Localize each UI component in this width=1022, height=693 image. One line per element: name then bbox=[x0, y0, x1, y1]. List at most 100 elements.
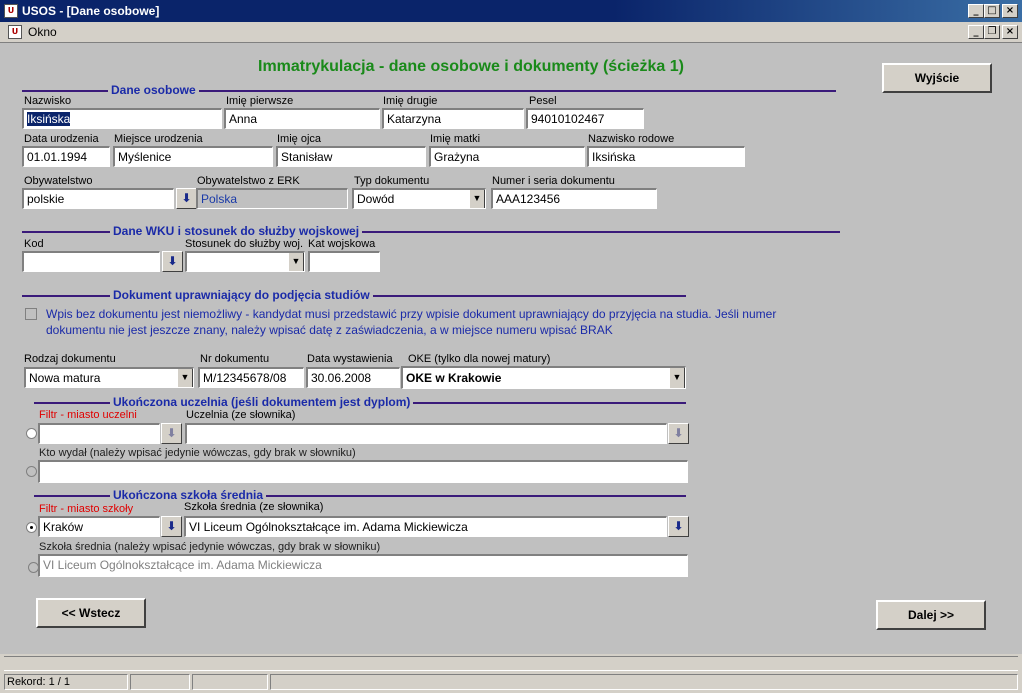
birth-date-field[interactable]: 01.01.1994 bbox=[22, 146, 110, 167]
section-military-title: Dane WKU i stosunek do służby wojskowej bbox=[110, 225, 363, 238]
mother-label: Imię matki bbox=[430, 133, 481, 145]
university-lookup-icon[interactable]: ⬇ bbox=[668, 423, 689, 444]
issuer-radio[interactable] bbox=[26, 466, 37, 477]
menu-bar: U Okno _ ❐ × bbox=[0, 22, 1022, 43]
first-name-label: Imię pierwsze bbox=[226, 95, 294, 107]
window-title-bar: U USOS - [Dane osobowe] _ □ × bbox=[0, 0, 1022, 22]
school-manual-label: Szkoła średnia (należy wpisać jedynie wó… bbox=[39, 541, 381, 553]
doc-no-field[interactable]: M/12345678/08 bbox=[198, 367, 304, 388]
doc-type-select[interactable]: Dowód ▼ bbox=[352, 188, 486, 209]
next-button[interactable]: Dalej >> bbox=[876, 600, 986, 630]
chevron-down-icon[interactable]: ▼ bbox=[669, 368, 685, 388]
doc-kind-select[interactable]: Nowa matura ▼ bbox=[24, 367, 194, 388]
section-university: Ukończona uczelnia (jeśli dokumentem jes… bbox=[34, 396, 686, 409]
back-button[interactable]: << Wstecz bbox=[36, 598, 146, 628]
second-name-field[interactable]: Katarzyna bbox=[382, 108, 524, 129]
birth-place-label: Miejsce urodzenia bbox=[114, 133, 203, 145]
code-lookup-icon[interactable]: ⬇ bbox=[162, 251, 183, 272]
university-city-filter-field[interactable] bbox=[38, 423, 160, 444]
school-lookup-icon[interactable]: ⬇ bbox=[668, 516, 689, 537]
section-military: Dane WKU i stosunek do służby wojskowej bbox=[22, 225, 840, 238]
citizenship-lookup-icon[interactable]: ⬇ bbox=[176, 188, 197, 209]
maximize-icon[interactable]: □ bbox=[984, 4, 1000, 18]
birth-place-field[interactable]: Myślenice bbox=[113, 146, 273, 167]
doc-no-label: Nr dokumentu bbox=[200, 353, 270, 365]
document-note-line2: dokumentu nie jest jeszcze znany, należy… bbox=[46, 323, 613, 337]
school-radio[interactable] bbox=[26, 522, 37, 533]
status-divider bbox=[4, 656, 1018, 671]
document-note-line1: Wpis bez dokumentu jest niemożliwy - kan… bbox=[46, 307, 777, 321]
school-city-filter-field[interactable]: Kraków bbox=[38, 516, 160, 537]
no-document-checkbox[interactable] bbox=[25, 308, 37, 320]
menu-okno[interactable]: Okno bbox=[28, 25, 57, 39]
doc-kind-value: Nowa matura bbox=[29, 371, 101, 385]
surname-field[interactable]: Iksińska bbox=[22, 108, 222, 129]
category-label: Kat wojskowa bbox=[308, 238, 376, 250]
citizenship-erk-field: Polska bbox=[196, 188, 348, 209]
status-panel-2 bbox=[130, 674, 190, 690]
mother-field[interactable]: Grażyna bbox=[429, 146, 585, 167]
relation-select[interactable]: ▼ bbox=[185, 251, 305, 272]
code-label: Kod bbox=[24, 238, 44, 250]
child-minimize-icon[interactable]: _ bbox=[968, 25, 984, 39]
section-school: Ukończona szkoła średnia bbox=[34, 489, 686, 502]
exit-button[interactable]: Wyjście bbox=[882, 63, 992, 93]
doc-kind-label: Rodzaj dokumentu bbox=[24, 353, 116, 365]
window-title: USOS - [Dane osobowe] bbox=[22, 4, 160, 18]
doc-number-label: Numer i seria dokumentu bbox=[492, 175, 615, 187]
section-document: Dokument uprawniający do podjęcia studió… bbox=[22, 289, 686, 302]
family-name-field[interactable]: Iksińska bbox=[587, 146, 745, 167]
citizenship-field[interactable]: polskie bbox=[22, 188, 174, 209]
father-field[interactable]: Stanisław bbox=[276, 146, 426, 167]
chevron-down-icon[interactable]: ▼ bbox=[177, 369, 193, 387]
pesel-field[interactable]: 94010102467 bbox=[526, 108, 644, 129]
university-radio[interactable] bbox=[26, 428, 37, 439]
surname-label: Nazwisko bbox=[24, 95, 72, 107]
father-label: Imię ojca bbox=[277, 133, 322, 145]
school-field[interactable]: VI Liceum Ogólnokształcące im. Adama Mic… bbox=[184, 516, 667, 537]
issue-date-label: Data wystawienia bbox=[307, 353, 393, 365]
pesel-label: Pesel bbox=[529, 95, 557, 107]
section-personal-title: Dane osobowe bbox=[108, 84, 199, 97]
status-panel-3 bbox=[192, 674, 268, 690]
minimize-icon[interactable]: _ bbox=[968, 4, 984, 18]
record-counter: Rekord: 1 / 1 bbox=[4, 674, 128, 690]
oke-value: OKE w Krakowie bbox=[406, 371, 502, 385]
issuer-field[interactable] bbox=[38, 460, 688, 483]
status-panel-4 bbox=[270, 674, 1018, 690]
school-manual-field[interactable]: VI Liceum Ogólnokształcące im. Adama Mic… bbox=[38, 554, 688, 577]
family-name-label: Nazwisko rodowe bbox=[588, 133, 675, 145]
category-field[interactable] bbox=[308, 251, 380, 272]
code-field[interactable] bbox=[22, 251, 160, 272]
citizenship-label: Obywatelstwo bbox=[24, 175, 93, 187]
app-icon: U bbox=[4, 4, 18, 18]
birth-date-label: Data urodzenia bbox=[24, 133, 99, 145]
child-restore-icon[interactable]: ❐ bbox=[984, 25, 1000, 39]
issuer-label: Kto wydał (należy wpisać jedynie wówczas… bbox=[39, 447, 356, 459]
section-document-title: Dokument uprawniający do podjęcia studió… bbox=[110, 289, 373, 302]
university-field[interactable] bbox=[185, 423, 667, 444]
page-title: Immatrykulacja - dane osobowe i dokument… bbox=[258, 58, 684, 75]
doc-type-value: Dowód bbox=[357, 192, 395, 206]
school-city-filter-label: Filtr - miasto szkoły bbox=[39, 503, 134, 515]
child-close-icon[interactable]: × bbox=[1002, 25, 1018, 39]
issue-date-field[interactable]: 30.06.2008 bbox=[306, 367, 400, 388]
second-name-label: Imię drugie bbox=[383, 95, 438, 107]
oke-select[interactable]: OKE w Krakowie ▼ bbox=[401, 366, 686, 389]
status-bar: Rekord: 1 / 1 bbox=[0, 654, 1022, 693]
section-university-title: Ukończona uczelnia (jeśli dokumentem jes… bbox=[110, 396, 414, 409]
university-city-filter-label: Filtr - miasto uczelni bbox=[39, 409, 137, 421]
document-icon[interactable]: U bbox=[8, 25, 22, 39]
chevron-down-icon[interactable]: ▼ bbox=[469, 190, 485, 208]
surname-value: Iksińska bbox=[27, 112, 71, 126]
doc-number-field[interactable]: AAA123456 bbox=[491, 188, 657, 209]
first-name-field[interactable]: Anna bbox=[224, 108, 380, 129]
university-city-lookup-icon[interactable]: ⬇ bbox=[161, 423, 182, 444]
school-label: Szkoła średnia (ze słownika) bbox=[184, 501, 324, 513]
citizenship-erk-label: Obywatelstwo z ERK bbox=[197, 175, 300, 187]
oke-label: OKE (tylko dla nowej matury) bbox=[408, 353, 551, 365]
school-city-lookup-icon[interactable]: ⬇ bbox=[161, 516, 182, 537]
university-label: Uczelnia (ze słownika) bbox=[186, 409, 296, 421]
close-icon[interactable]: × bbox=[1002, 4, 1018, 18]
chevron-down-icon[interactable]: ▼ bbox=[288, 253, 304, 271]
